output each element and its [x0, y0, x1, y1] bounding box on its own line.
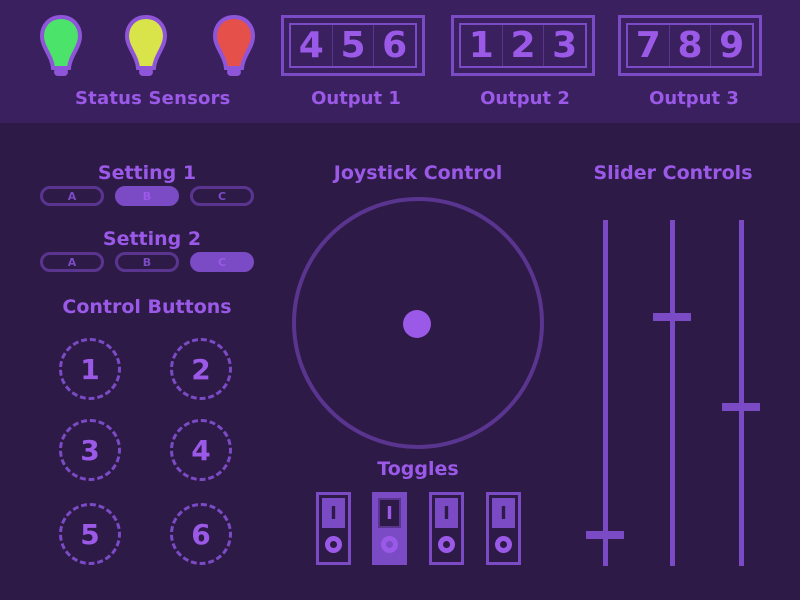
slider-1-thumb[interactable]: [586, 530, 624, 539]
toggle-1[interactable]: I: [316, 492, 351, 565]
toggle-off-circle-icon: [325, 536, 342, 553]
toggle-3-on-mark: I: [435, 498, 458, 528]
setting-2-title: Setting 2: [102, 228, 202, 250]
control-button-4[interactable]: 4: [170, 419, 232, 481]
joystick-knob[interactable]: [403, 310, 431, 338]
sensor-3-bulb-icon: [212, 14, 256, 76]
slider-3-thumb[interactable]: [722, 402, 760, 411]
output-3-digit: 9: [719, 25, 745, 66]
setting-2-option-a[interactable]: A: [40, 252, 104, 272]
toggle-4[interactable]: I: [486, 492, 521, 565]
slider-1-track[interactable]: [603, 220, 608, 566]
setting-2-option-c[interactable]: C: [190, 252, 254, 272]
output-3-digit: 7: [628, 25, 670, 66]
toggle-4-on-mark: I: [492, 498, 515, 528]
output-1-digit: 4: [291, 25, 333, 66]
output-2-digit: 1: [461, 25, 503, 66]
toggle-off-circle-icon: [381, 536, 398, 553]
setting-1-option-b[interactable]: B: [115, 186, 179, 206]
output-1-digit: 6: [382, 25, 408, 66]
slider-controls-title: Slider Controls: [593, 162, 753, 184]
slider-2-thumb[interactable]: [653, 312, 691, 321]
output-3-display: 7 8 9: [618, 15, 762, 76]
setting-1-option-a[interactable]: A: [40, 186, 104, 206]
output-1-display: 4 5 6: [281, 15, 425, 76]
joystick-title: Joystick Control: [333, 162, 503, 184]
output-3-digit: 8: [670, 25, 712, 66]
toggle-off-circle-icon: [438, 536, 455, 553]
slider-2-track[interactable]: [670, 220, 675, 566]
control-buttons-title: Control Buttons: [62, 296, 232, 318]
sensor-2-bulb-icon: [124, 14, 168, 76]
toggle-off-circle-icon: [495, 536, 512, 553]
output-2-digit: 2: [503, 25, 545, 66]
control-button-5[interactable]: 5: [59, 503, 121, 565]
toggle-2-on-mark: I: [378, 498, 401, 528]
control-button-1[interactable]: 1: [59, 338, 121, 400]
output-2-digit: 3: [552, 25, 578, 66]
toggle-2[interactable]: I: [372, 492, 407, 565]
output-1-label: Output 1: [311, 88, 401, 109]
toggle-3[interactable]: I: [429, 492, 464, 565]
setting-1-option-c[interactable]: C: [190, 186, 254, 206]
control-button-3[interactable]: 3: [59, 419, 121, 481]
sensor-1-bulb-icon: [39, 14, 83, 76]
toggles-title: Toggles: [377, 458, 459, 480]
slider-3-track[interactable]: [739, 220, 744, 566]
output-2-display: 1 2 3: [451, 15, 595, 76]
control-button-2[interactable]: 2: [170, 338, 232, 400]
setting-1-title: Setting 1: [97, 162, 197, 184]
setting-2-option-b[interactable]: B: [115, 252, 179, 272]
toggle-1-on-mark: I: [322, 498, 345, 528]
control-button-6[interactable]: 6: [170, 503, 232, 565]
output-2-label: Output 2: [480, 88, 570, 109]
output-1-digit: 5: [333, 25, 375, 66]
status-sensors-label: Status Sensors: [75, 88, 231, 109]
output-3-label: Output 3: [649, 88, 739, 109]
